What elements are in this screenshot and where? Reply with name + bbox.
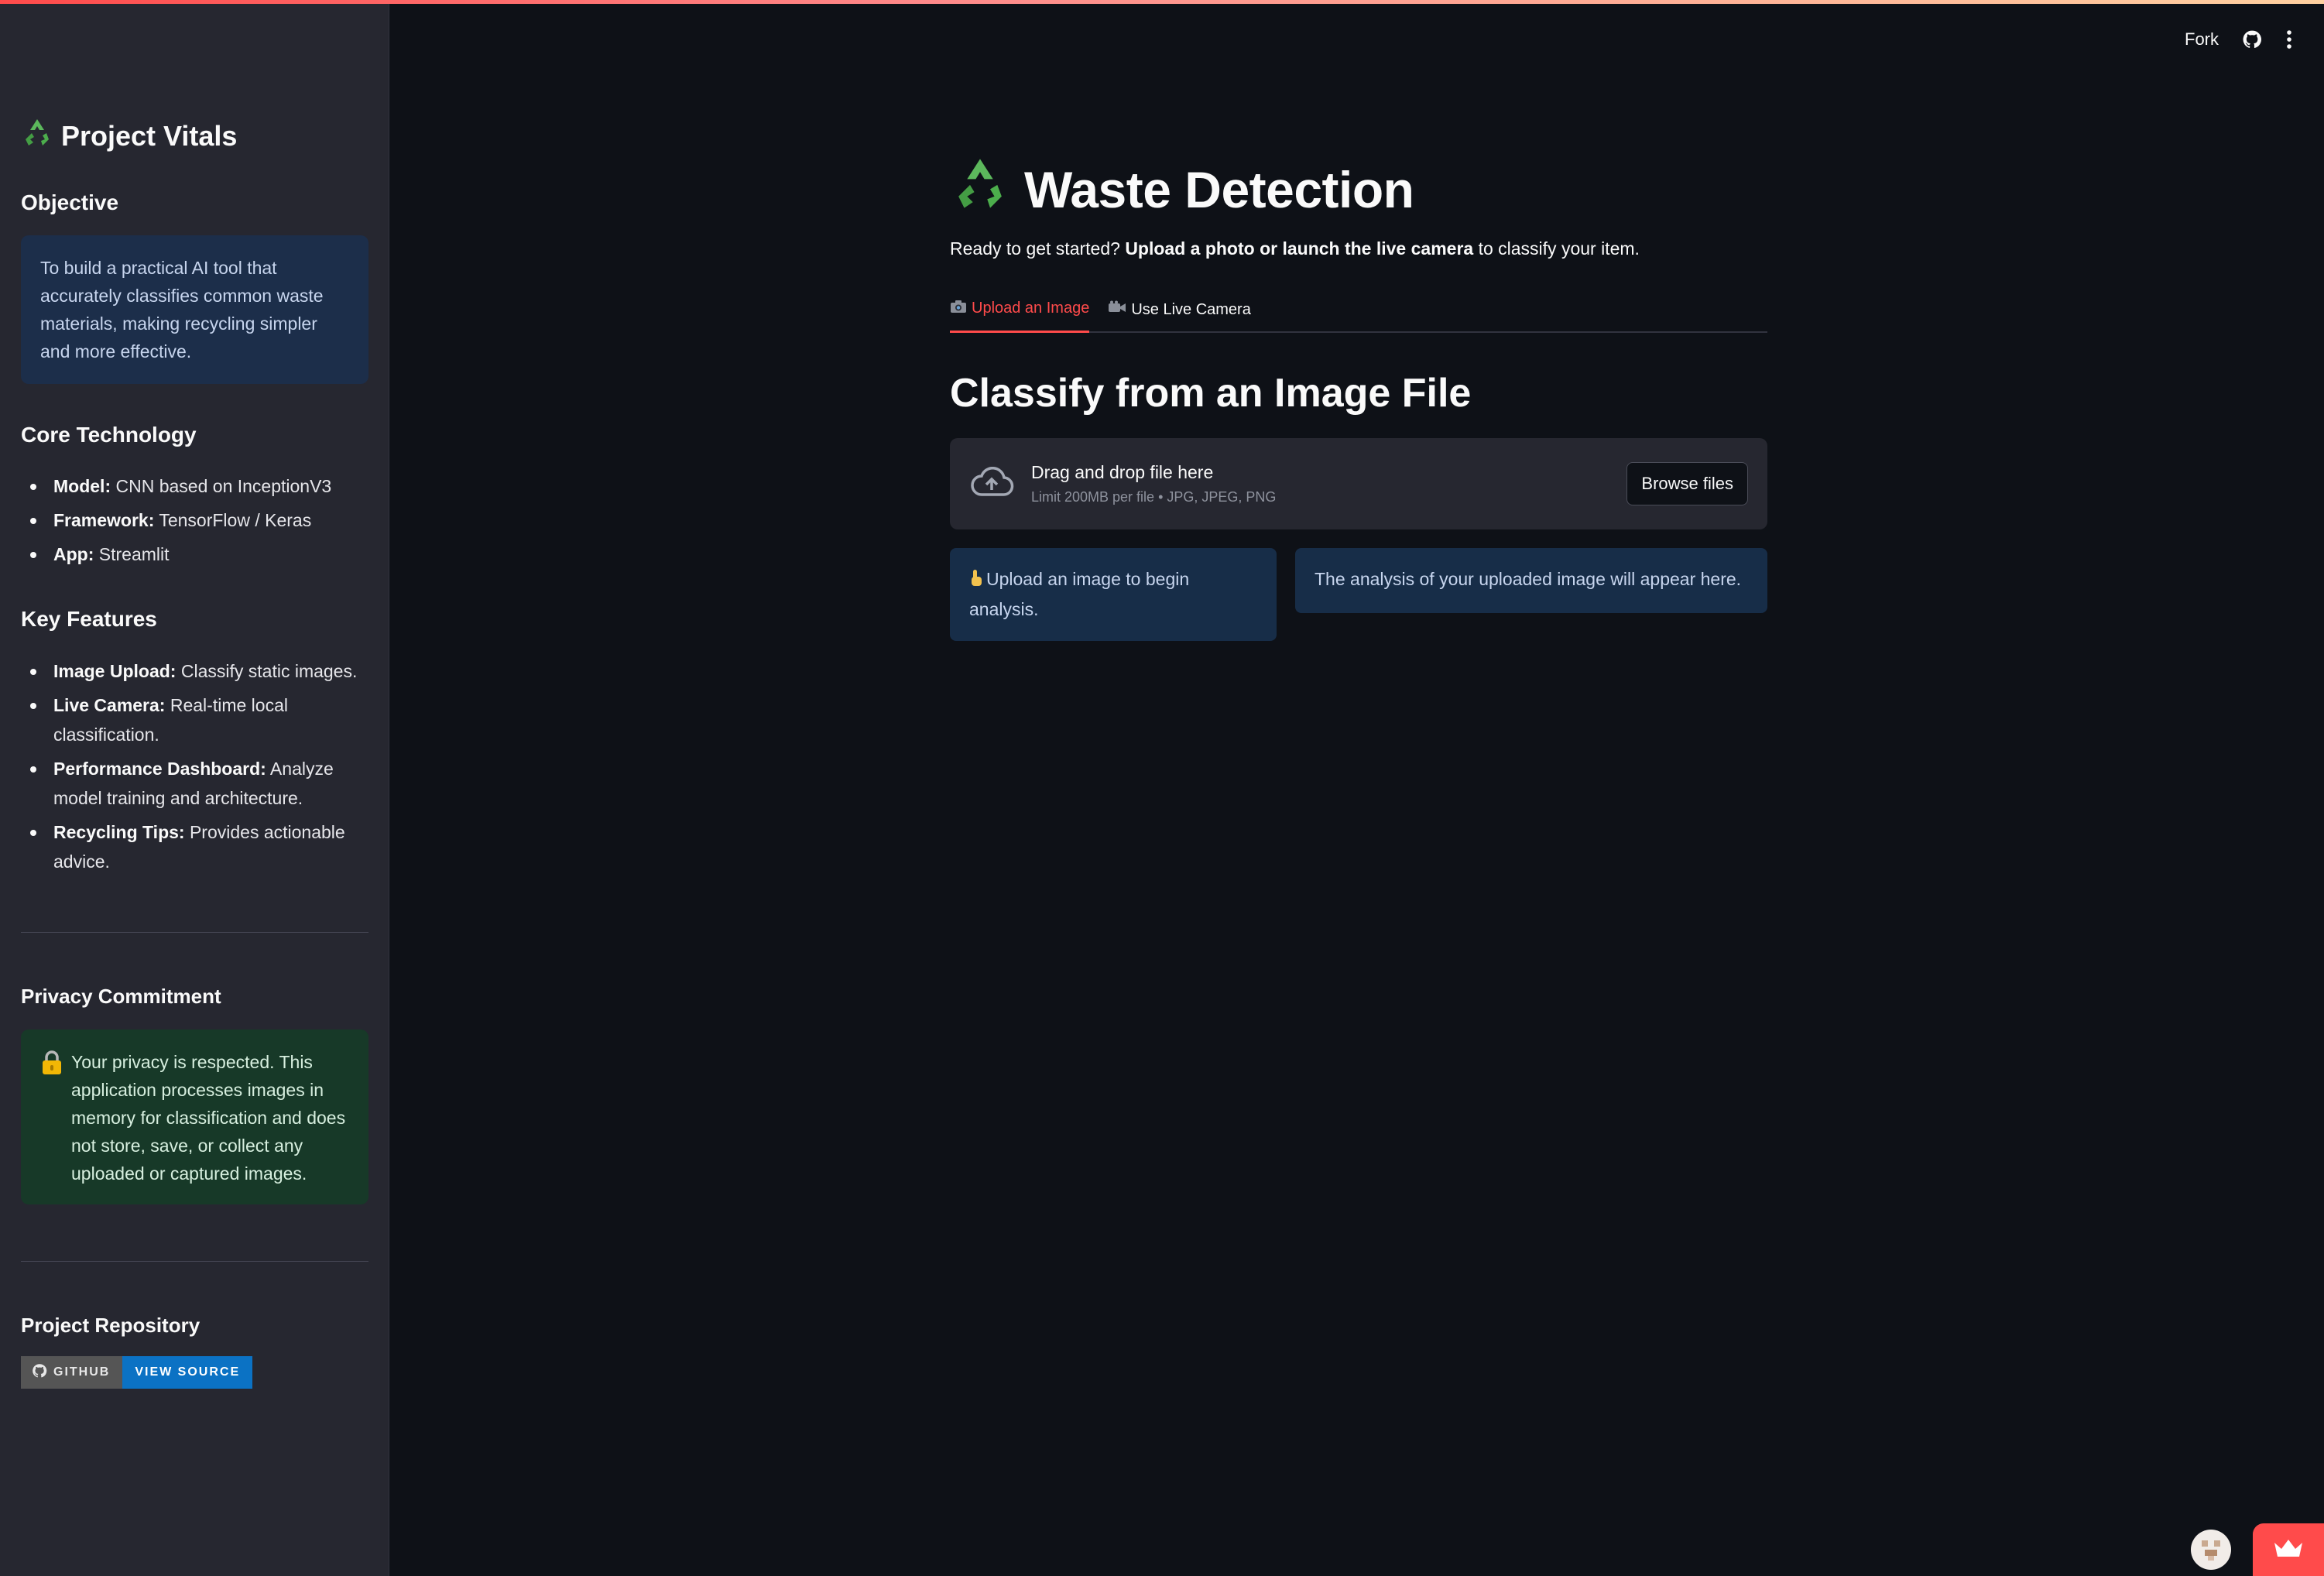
uploader-primary-text: Drag and drop file here (1031, 462, 1214, 482)
list-item-label: Live Camera: (53, 695, 166, 715)
upload-prompt-text: Upload an image to begin analysis. (969, 569, 1190, 619)
browse-files-button[interactable]: Browse files (1626, 462, 1748, 505)
privacy-heading: Privacy Commitment (21, 985, 221, 1008)
list-item: Framework: TensorFlow / Keras (21, 505, 369, 535)
list-item: Recycling Tips: Provides actionable advi… (21, 817, 369, 876)
list-item-label: Model: (53, 476, 111, 496)
page-title-text: Waste Detection (1024, 160, 1414, 218)
uploader-limit-text: Limit 200MB per file • JPG, JPEG, PNG (1031, 489, 1277, 505)
badge-left: GITHUB (21, 1356, 123, 1389)
github-icon[interactable] (2242, 29, 2262, 50)
avatar[interactable] (2191, 1530, 2231, 1570)
camera-icon (950, 300, 967, 318)
intro-suffix: to classify your item. (1473, 238, 1640, 259)
list-item-value: TensorFlow / Keras (154, 510, 312, 530)
sidebar: Project Vitals Objective To build a prac… (0, 0, 389, 1576)
intro-prefix: Ready to get started? (950, 238, 1126, 259)
objective-heading: Objective (21, 190, 119, 214)
video-camera-icon (1108, 300, 1126, 319)
tab-live-camera[interactable]: Use Live Camera (1108, 294, 1251, 333)
sidebar-title-text: Project Vitals (61, 119, 238, 152)
streamlit-crown-button[interactable] (2253, 1523, 2324, 1576)
privacy-callout: Your privacy is respected. This applicat… (21, 1030, 368, 1204)
list-item-value: Classify static images. (176, 661, 358, 681)
section-title: Classify from an Image File (950, 371, 1472, 416)
list-item-value: CNN based on InceptionV3 (111, 476, 332, 496)
top-decoration-bar (0, 0, 2324, 4)
repository-heading: Project Repository (21, 1314, 201, 1337)
tab-label: Upload an Image (972, 300, 1090, 317)
github-view-source-badge[interactable]: GITHUB VIEW SOURCE (21, 1356, 253, 1389)
list-item-value: Streamlit (94, 544, 170, 564)
intro-bold: Upload a photo or launch the live camera (1125, 238, 1474, 259)
header-toolbar: Fork (2185, 29, 2293, 50)
tab-bar: Upload an Image Use Live Camera (950, 294, 1767, 333)
sidebar-divider (21, 932, 368, 933)
list-item-label: Performance Dashboard: (53, 759, 266, 779)
sidebar-divider (21, 1261, 368, 1262)
intro-text: Ready to get started? Upload a photo or … (950, 238, 1640, 259)
badge-left-label: GITHUB (53, 1365, 111, 1379)
list-item: Performance Dashboard: Analyze model tra… (21, 754, 369, 813)
list-item: Image Upload: Classify static images. (21, 656, 369, 686)
list-item-label: Framework: (53, 510, 155, 530)
crown-icon (2273, 1538, 2304, 1562)
privacy-text: Your privacy is respected. This applicat… (71, 1052, 346, 1184)
lock-icon (40, 1050, 63, 1186)
list-item-label: Image Upload: (53, 661, 177, 681)
tab-upload-image[interactable]: Upload an Image (950, 294, 1090, 333)
core-technology-heading: Core Technology (21, 423, 197, 447)
list-item-label: App: (53, 544, 94, 564)
badge-right-label: VIEW SOURCE (122, 1356, 253, 1389)
recycle-icon (21, 116, 53, 156)
recycle-icon (950, 153, 1010, 225)
tab-label: Use Live Camera (1131, 300, 1251, 318)
list-item: Live Camera: Real-time local classificat… (21, 690, 369, 749)
fork-button[interactable]: Fork (2185, 29, 2219, 50)
objective-callout: To build a practical AI tool that accura… (21, 235, 368, 384)
core-technology-list: Model: CNN based on InceptionV3 Framewor… (21, 471, 369, 574)
file-uploader-dropzone[interactable]: Drag and drop file here Limit 200MB per … (950, 438, 1767, 529)
page-title: Waste Detection (950, 153, 1414, 225)
uploader-text: Drag and drop file here Limit 200MB per … (1031, 462, 1276, 505)
pointing-finger-icon (969, 567, 983, 595)
github-icon (32, 1363, 47, 1382)
cloud-upload-icon (969, 466, 1014, 502)
list-item-label: Recycling Tips: (53, 822, 185, 842)
sidebar-title: Project Vitals (21, 116, 237, 156)
key-features-list: Image Upload: Classify static images. Li… (21, 656, 369, 881)
upload-prompt-alert: Upload an image to begin analysis. (950, 548, 1277, 641)
list-item: App: Streamlit (21, 540, 369, 569)
list-item: Model: CNN based on InceptionV3 (21, 471, 369, 501)
kebab-menu-icon[interactable] (2285, 29, 2293, 50)
key-features-heading: Key Features (21, 607, 157, 631)
analysis-placeholder-alert: The analysis of your uploaded image will… (1295, 548, 1767, 613)
